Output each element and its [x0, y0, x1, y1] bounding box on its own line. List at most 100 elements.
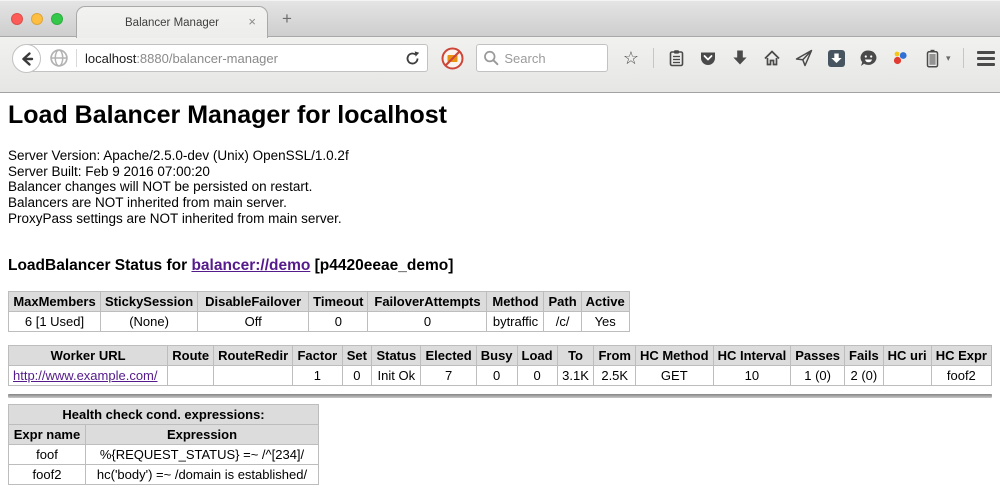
col-maxmembers: MaxMembers — [9, 291, 101, 311]
extension-dots-icon[interactable] — [890, 48, 910, 68]
load-value: 0 — [517, 365, 557, 385]
routeredir-value — [214, 365, 293, 385]
timeout-value: 0 — [309, 311, 368, 331]
col-routeredir: RouteRedir — [214, 345, 293, 365]
col-disablefailover: DisableFailover — [198, 291, 309, 311]
window-controls — [11, 13, 63, 25]
balancer-status-heading: LoadBalancer Status for balancer://demo … — [8, 257, 992, 275]
url-bar[interactable]: localhost:8880/balancer-manager — [26, 44, 428, 72]
col-worker-url: Worker URL — [9, 345, 168, 365]
worker-url-link[interactable]: http://www.example.com/ — [13, 368, 158, 383]
col-busy: Busy — [476, 345, 517, 365]
url-domain: localhost — [85, 51, 136, 66]
col-from: From — [594, 345, 636, 365]
col-active: Active — [581, 291, 629, 311]
busy-value: 0 — [476, 365, 517, 385]
back-button[interactable] — [12, 44, 41, 73]
server-version-line: Server Version: Apache/2.5.0-dev (Unix) … — [8, 148, 992, 164]
worker-row: http://www.example.com/ 1 0 Init Ok 7 0 … — [9, 365, 992, 385]
downloads-icon[interactable] — [730, 48, 750, 68]
toolbar-divider — [963, 48, 964, 68]
download-manager-icon[interactable] — [826, 48, 846, 68]
col-stickysession: StickySession — [101, 291, 198, 311]
browser-tab[interactable]: Balancer Manager × — [76, 6, 268, 38]
bookmark-star-icon[interactable]: ☆ — [621, 48, 641, 68]
navigation-toolbar: localhost:8880/balancer-manager ☆ — [0, 36, 1000, 93]
minimize-window-button[interactable] — [31, 13, 43, 25]
col-status: Status — [372, 345, 421, 365]
page-title: Load Balancer Manager for localhost — [8, 101, 992, 130]
col-timeout: Timeout — [309, 291, 368, 311]
elected-value: 7 — [421, 365, 476, 385]
search-bar[interactable] — [476, 44, 608, 72]
expression-value: %{REQUEST_STATUS} =~ /^[234]/ — [86, 444, 319, 464]
health-table-title: Health check cond. expressions: — [9, 404, 319, 424]
col-hc-expr: HC Expr — [931, 345, 991, 365]
col-to: To — [557, 345, 594, 365]
worker-url-cell: http://www.example.com/ — [9, 365, 168, 385]
hc-interval-value: 10 — [713, 365, 791, 385]
url-text[interactable]: localhost:8880/balancer-manager — [85, 51, 398, 66]
battery-icon[interactable] — [922, 48, 942, 68]
col-route: Route — [168, 345, 214, 365]
col-path: Path — [544, 291, 581, 311]
col-set: Set — [342, 345, 372, 365]
menu-icon[interactable] — [976, 48, 996, 68]
to-value: 3.1K — [557, 365, 594, 385]
site-identity-globe-icon[interactable] — [49, 48, 69, 68]
table-row: 6 [1 Used] (None) Off 0 0 bytraffic /c/ … — [9, 311, 630, 331]
proxypass-notice-line: ProxyPass settings are NOT inherited fro… — [8, 211, 992, 227]
disablefailover-value: Off — [198, 311, 309, 331]
horizontal-rule — [8, 394, 992, 398]
balancer-link[interactable]: balancer://demo — [191, 257, 310, 274]
col-hc-method: HC Method — [635, 345, 713, 365]
active-value: Yes — [581, 311, 629, 331]
table-header-row: Expr name Expression — [9, 424, 319, 444]
chevron-down-icon[interactable]: ▾ — [946, 53, 951, 64]
search-icon — [483, 48, 499, 68]
hc-uri-value — [883, 365, 931, 385]
expr-name-value: foof — [9, 444, 86, 464]
col-hc-uri: HC uri — [883, 345, 931, 365]
status-prefix: LoadBalancer Status for — [8, 257, 191, 274]
server-built-line: Server Built: Feb 9 2016 07:00:20 — [8, 164, 992, 180]
status-suffix: [p4420eeae_demo] — [310, 257, 453, 274]
send-tab-icon[interactable] — [794, 48, 814, 68]
balancer-summary-table: MaxMembers StickySession DisableFailover… — [8, 291, 630, 332]
close-tab-icon[interactable]: × — [248, 14, 256, 29]
content-blocked-button[interactable] — [441, 47, 464, 75]
toolbar-icons: ☆ ▾ — [621, 48, 1000, 68]
route-value — [168, 365, 214, 385]
reading-list-icon[interactable] — [666, 48, 686, 68]
passes-value: 1 (0) — [791, 365, 845, 385]
tab-bar: Balancer Manager × + — [0, 0, 1000, 36]
zoom-window-button[interactable] — [51, 13, 63, 25]
toolbar-divider — [653, 48, 654, 68]
col-failoverattempts: FailoverAttempts — [368, 291, 487, 311]
method-value: bytraffic — [487, 311, 544, 331]
feedback-smiley-icon[interactable] — [858, 48, 878, 68]
table-row: foof2 hc('body') =~ /domain is establish… — [9, 464, 319, 484]
col-passes: Passes — [791, 345, 845, 365]
col-method: Method — [487, 291, 544, 311]
table-title-row: Health check cond. expressions: — [9, 404, 319, 424]
home-icon[interactable] — [762, 48, 782, 68]
table-header-row: MaxMembers StickySession DisableFailover… — [9, 291, 630, 311]
url-path: :8880/balancer-manager — [136, 51, 278, 66]
path-value: /c/ — [544, 311, 581, 331]
balancers-notice-line: Balancers are NOT inherited from main se… — [8, 195, 992, 211]
hc-method-value: GET — [635, 365, 713, 385]
status-value: Init Ok — [372, 365, 421, 385]
search-input[interactable] — [504, 51, 601, 66]
reload-button[interactable] — [404, 50, 421, 67]
page-content: Load Balancer Manager for localhost Serv… — [0, 93, 1000, 490]
worker-table: Worker URL Route RouteRedir Factor Set S… — [8, 345, 992, 386]
reload-icon — [404, 50, 421, 67]
hc-expr-value: foof2 — [931, 365, 991, 385]
col-expr-name: Expr name — [9, 424, 86, 444]
tab-title: Balancer Manager — [125, 17, 219, 29]
close-window-button[interactable] — [11, 13, 23, 25]
new-tab-button[interactable]: + — [282, 9, 292, 29]
failoverattempts-value: 0 — [368, 311, 487, 331]
pocket-icon[interactable] — [698, 48, 718, 68]
